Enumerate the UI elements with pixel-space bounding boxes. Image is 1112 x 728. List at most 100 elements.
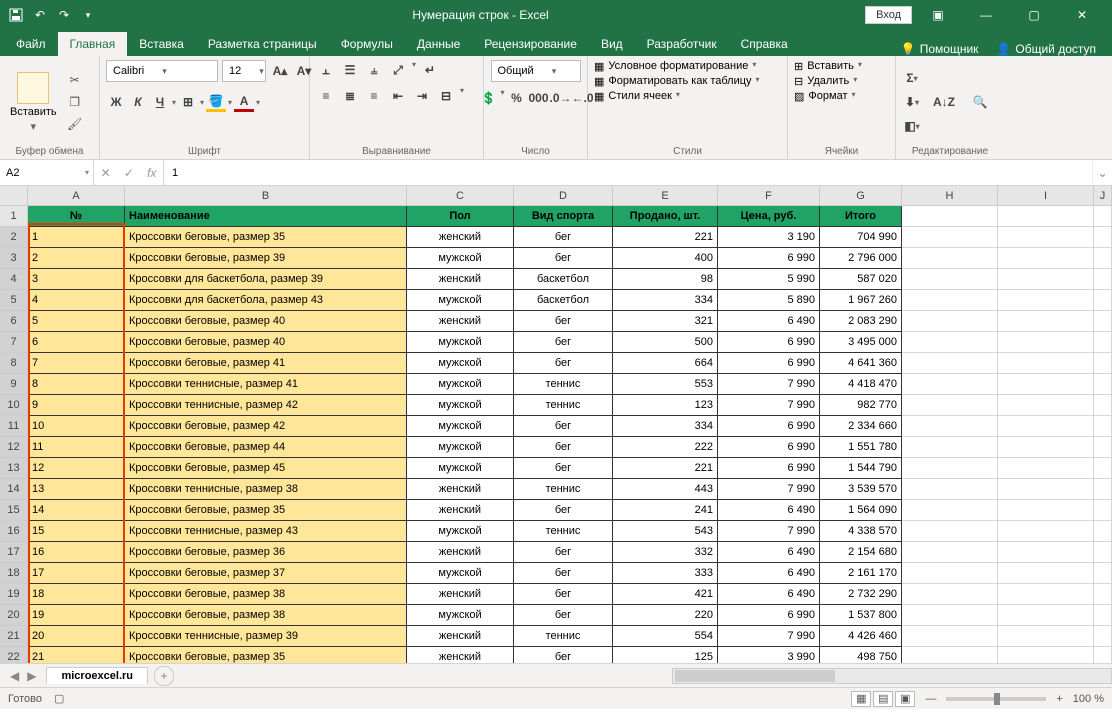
cell[interactable]: Кроссовки для баскетбола, размер 43 <box>125 290 407 311</box>
cell[interactable]: бег <box>514 437 613 458</box>
cell[interactable]: 982 770 <box>820 395 902 416</box>
align-top-icon[interactable]: ⫠ <box>316 60 336 80</box>
percent-icon[interactable]: % <box>507 88 527 108</box>
page-layout-view-icon[interactable]: ▤ <box>873 691 893 707</box>
cell[interactable]: 2 <box>28 248 125 269</box>
cell[interactable]: 6 990 <box>718 458 820 479</box>
align-center-icon[interactable]: ≣ <box>340 86 360 106</box>
cell[interactable]: Продано, шт. <box>613 206 718 227</box>
cell[interactable]: 334 <box>613 290 718 311</box>
cell[interactable]: мужской <box>407 290 514 311</box>
cell[interactable] <box>1094 227 1112 248</box>
row-header[interactable]: 7 <box>0 332 28 353</box>
cell[interactable]: 1 544 790 <box>820 458 902 479</box>
cell[interactable]: бег <box>514 584 613 605</box>
cell[interactable]: 3 539 570 <box>820 479 902 500</box>
merge-center-icon[interactable]: ⊟ <box>436 86 456 106</box>
cell[interactable]: мужской <box>407 332 514 353</box>
row-header[interactable]: 20 <box>0 605 28 626</box>
cell-styles-button[interactable]: ▦Стили ячеек ▾ <box>594 90 680 103</box>
sheet-nav-prev-icon[interactable]: ◀ <box>10 669 19 683</box>
cell[interactable]: 98 <box>613 269 718 290</box>
cell[interactable]: 498 750 <box>820 647 902 663</box>
cell[interactable]: 241 <box>613 500 718 521</box>
delete-cells-button[interactable]: ⊟Удалить ▾ <box>794 75 857 88</box>
cell[interactable]: 1 564 090 <box>820 500 902 521</box>
cell[interactable] <box>1094 269 1112 290</box>
cell[interactable]: 587 020 <box>820 269 902 290</box>
cell[interactable] <box>902 521 998 542</box>
cell[interactable]: мужской <box>407 248 514 269</box>
cell[interactable] <box>902 416 998 437</box>
row-header[interactable]: 11 <box>0 416 28 437</box>
cell[interactable]: 2 732 290 <box>820 584 902 605</box>
cell[interactable]: Кроссовки теннисные, размер 38 <box>125 479 407 500</box>
cell[interactable] <box>1094 206 1112 227</box>
cell[interactable] <box>998 311 1094 332</box>
cell[interactable]: 704 990 <box>820 227 902 248</box>
cell[interactable]: Кроссовки беговые, размер 42 <box>125 416 407 437</box>
cell[interactable]: мужской <box>407 521 514 542</box>
align-left-icon[interactable]: ≡ <box>316 86 336 106</box>
row-header[interactable]: 10 <box>0 395 28 416</box>
insert-cells-button[interactable]: ⊞Вставить ▾ <box>794 60 862 73</box>
number-format-select[interactable]: Общий▾ <box>491 60 581 82</box>
cell[interactable]: бег <box>514 416 613 437</box>
cell[interactable] <box>1094 521 1112 542</box>
cell[interactable]: 321 <box>613 311 718 332</box>
cell[interactable]: 3 <box>28 269 125 290</box>
cell[interactable] <box>998 269 1094 290</box>
cell[interactable]: 222 <box>613 437 718 458</box>
cell[interactable]: 500 <box>613 332 718 353</box>
formula-input[interactable]: 1 <box>164 160 1092 185</box>
cell[interactable]: 6 990 <box>718 416 820 437</box>
cell[interactable] <box>998 290 1094 311</box>
share-button[interactable]: 👤Общий доступ <box>996 42 1096 56</box>
orientation-icon[interactable]: ⤢ <box>388 60 408 80</box>
cell[interactable]: мужской <box>407 395 514 416</box>
minimize-button[interactable]: — <box>964 1 1008 29</box>
horizontal-scrollbar[interactable] <box>672 668 1112 684</box>
currency-icon[interactable]: 💲 <box>479 88 499 108</box>
cell[interactable]: 6 990 <box>718 248 820 269</box>
format-cells-button[interactable]: ▨Формат ▾ <box>794 90 856 103</box>
cell[interactable] <box>998 206 1094 227</box>
cell[interactable] <box>998 353 1094 374</box>
cell[interactable] <box>1094 626 1112 647</box>
cell[interactable]: Кроссовки беговые, размер 40 <box>125 311 407 332</box>
zoom-out-button[interactable]: — <box>925 693 936 705</box>
signin-button[interactable]: Вход <box>865 6 912 24</box>
underline-button[interactable]: Ч <box>150 92 170 112</box>
cell[interactable]: Кроссовки беговые, размер 45 <box>125 458 407 479</box>
cell[interactable] <box>1094 584 1112 605</box>
cell[interactable]: 7 990 <box>718 626 820 647</box>
cell[interactable]: Итого <box>820 206 902 227</box>
cell[interactable]: женский <box>407 647 514 663</box>
cell[interactable] <box>1094 353 1112 374</box>
cell[interactable] <box>902 353 998 374</box>
borders-icon[interactable]: ⊞ <box>178 92 198 112</box>
enter-formula-icon[interactable]: ✓ <box>124 166 134 180</box>
cell[interactable]: Кроссовки беговые, размер 36 <box>125 542 407 563</box>
fill-color-icon[interactable]: 🪣 <box>206 92 226 112</box>
cell[interactable] <box>998 416 1094 437</box>
tab-view[interactable]: Вид <box>589 32 635 56</box>
cell[interactable]: 3 495 000 <box>820 332 902 353</box>
cell[interactable] <box>998 542 1094 563</box>
cell[interactable]: 6 490 <box>718 584 820 605</box>
row-header[interactable]: 4 <box>0 269 28 290</box>
redo-icon[interactable]: ↷ <box>56 7 72 23</box>
cell[interactable]: мужской <box>407 563 514 584</box>
cell[interactable]: 1 537 800 <box>820 605 902 626</box>
normal-view-icon[interactable]: ▦ <box>851 691 871 707</box>
zoom-in-button[interactable]: + <box>1056 693 1062 705</box>
cell[interactable] <box>902 395 998 416</box>
cell[interactable] <box>1094 647 1112 663</box>
fx-icon[interactable]: fx <box>147 166 156 180</box>
conditional-formatting-button[interactable]: ▦Условное форматирование ▾ <box>594 60 756 73</box>
cancel-formula-icon[interactable]: ✕ <box>101 166 111 180</box>
cell[interactable] <box>1094 563 1112 584</box>
cell[interactable]: бег <box>514 227 613 248</box>
cell[interactable]: теннис <box>514 374 613 395</box>
cell[interactable]: 7 990 <box>718 521 820 542</box>
